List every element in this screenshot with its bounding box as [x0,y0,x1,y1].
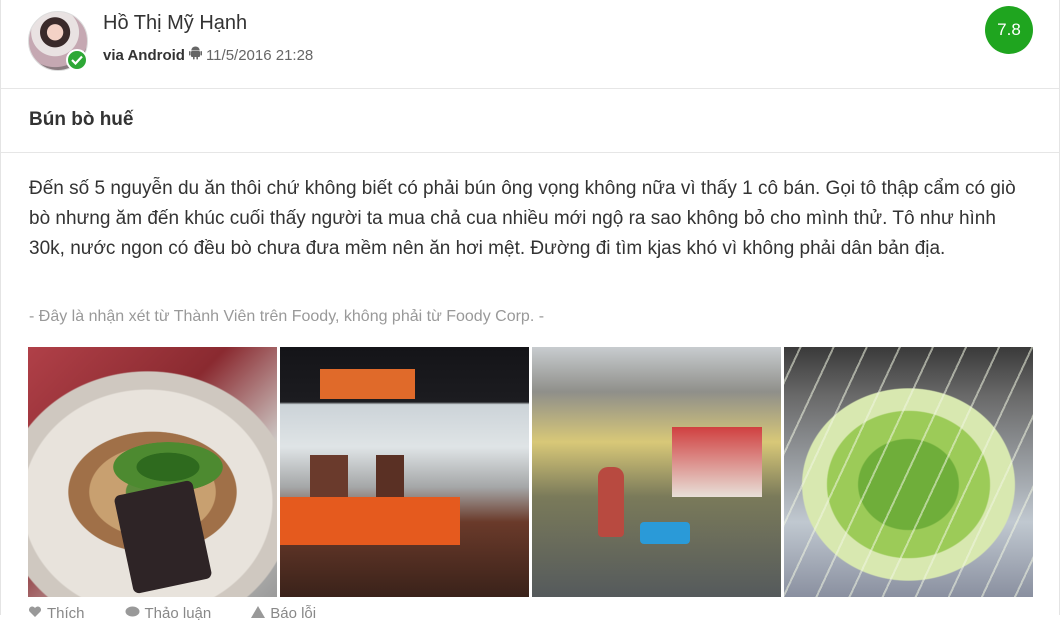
via-platform: via Android [103,46,185,64]
discuss-label: Thảo luận [144,605,212,622]
photo-detail [280,497,460,545]
review-timestamp: 11/5/2016 21:28 [205,46,314,64]
review-photo-soup[interactable] [28,347,277,597]
photo-detail [310,455,348,500]
photo-detail [598,467,624,537]
report-button[interactable]: Báo lỗi [251,605,316,622]
divider [1,152,1059,153]
user-name[interactable]: Hồ Thị Mỹ Hạnh [103,12,247,35]
review-photo-storefront[interactable] [280,347,529,597]
review-title[interactable]: Bún bò huế [29,109,133,131]
photo-detail [784,347,1033,597]
review-photo-herbs[interactable] [784,347,1033,597]
comment-icon [125,605,140,622]
review-card: Hồ Thị Mỹ Hạnh via Android 11/5/2016 21:… [0,0,1060,622]
photo-detail [640,522,690,544]
report-label: Báo lỗi [270,605,317,622]
verified-check-icon [66,49,88,71]
divider [1,88,1059,89]
discuss-button[interactable]: Thảo luận [125,605,212,622]
like-button[interactable]: Thích [28,605,85,622]
photo-detail [320,369,415,399]
warning-icon [251,605,266,622]
like-label: Thích [47,605,85,622]
review-photo-vendor[interactable] [532,347,781,597]
disclaimer-text: - Đây là nhận xét từ Thành Viên trên Foo… [29,308,545,325]
heart-icon [28,605,42,622]
photo-detail [113,479,213,595]
avatar[interactable] [28,11,88,71]
photo-detail [376,455,404,500]
review-body: Đến số 5 nguyễn du ăn thôi chứ không biế… [29,178,1016,259]
photo-gallery [28,347,1033,597]
android-icon [188,46,202,64]
review-actions: Thích Thảo luận Báo lỗi [28,605,316,622]
score-badge: 7.8 [985,6,1033,54]
review-meta: via Android 11/5/2016 21:28 [103,46,313,64]
photo-detail [672,427,762,497]
